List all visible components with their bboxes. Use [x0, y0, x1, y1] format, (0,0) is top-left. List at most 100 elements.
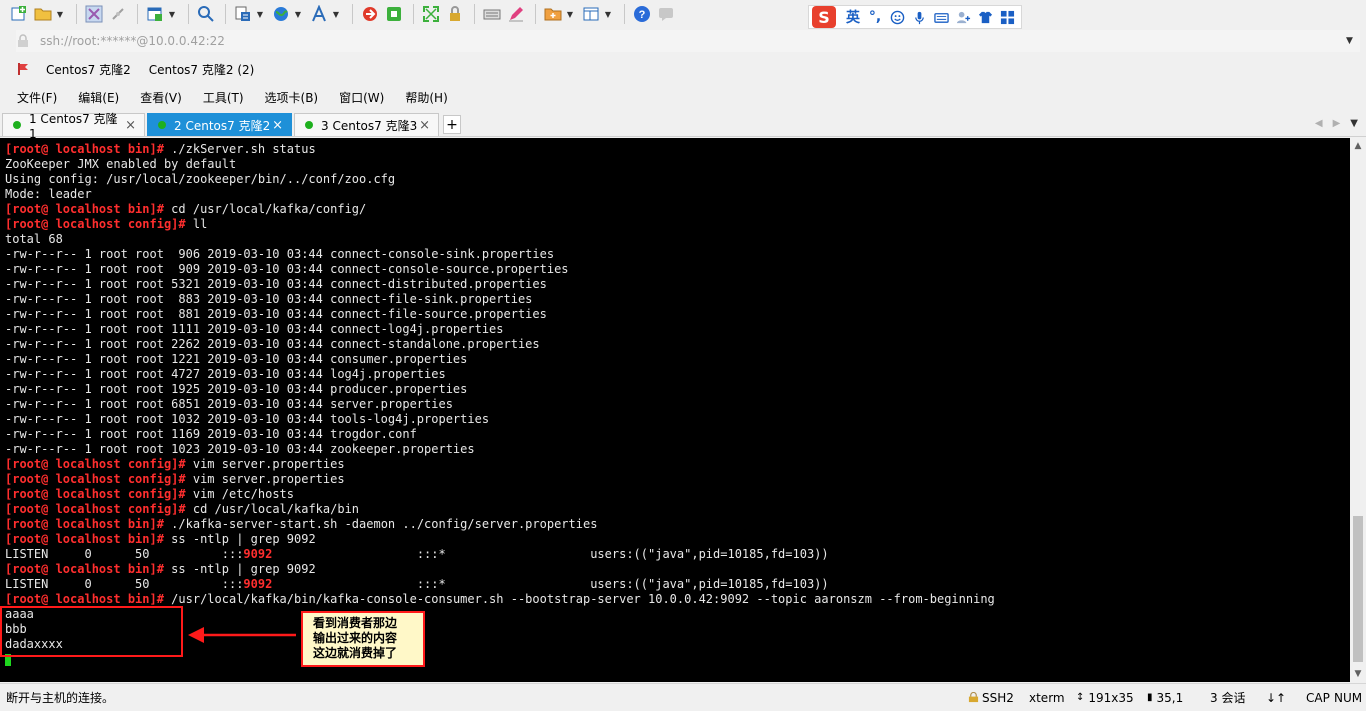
menu-tools[interactable]: 工具(T)	[200, 89, 247, 106]
folder-icon	[34, 8, 52, 21]
terminal-line: ZooKeeper JMX enabled by default	[5, 157, 1350, 172]
shell-prompt: [root@ localhost config]#	[5, 502, 186, 516]
terminal-line: Using config: /usr/local/zookeeper/bin/.…	[5, 172, 1350, 187]
compose-button[interactable]	[542, 3, 564, 25]
chevron-down-icon[interactable]: ▼	[604, 10, 612, 19]
ime-punct-toggle[interactable]: °,	[864, 7, 886, 27]
terminal-line: [root@ localhost config]# vim server.pro…	[5, 457, 1350, 472]
properties-button[interactable]	[232, 3, 254, 25]
terminal-line: -rw-r--r-- 1 root root 883 2019-03-10 03…	[5, 292, 1350, 307]
lock-button[interactable]	[444, 3, 466, 25]
menu-help[interactable]: 帮助(H)	[402, 89, 450, 106]
status-size: ↕ 191x35	[1076, 690, 1134, 705]
connected-status-icon	[158, 121, 166, 129]
tab-session-3[interactable]: 3 Centos7 克隆3 ×	[294, 113, 439, 136]
menu-view[interactable]: 查看(V)	[137, 89, 185, 106]
terminal-text: -rw-r--r-- 1 root root 4727 2019-03-10 0…	[5, 367, 446, 381]
terminal-line: [root@ localhost bin]# ./kafka-server-st…	[5, 517, 1350, 532]
highlight-button[interactable]	[505, 3, 527, 25]
terminal-line: -rw-r--r-- 1 root root 909 2019-03-10 03…	[5, 262, 1350, 277]
add-tab-button[interactable]: +	[443, 115, 461, 134]
chevron-down-icon[interactable]: ▼	[56, 10, 64, 19]
link-item[interactable]: Centos7 克隆2 (2)	[149, 61, 255, 78]
terminal-line: -rw-r--r-- 1 root root 2262 2019-03-10 0…	[5, 337, 1350, 352]
user-icon[interactable]	[952, 7, 974, 27]
status-sessions: 3 会话	[1210, 691, 1246, 705]
toolbox-icon[interactable]	[996, 7, 1018, 27]
terminal-line: [root@ localhost bin]# ss -ntlp | grep 9…	[5, 532, 1350, 547]
terminal-line: [root@ localhost config]# ll	[5, 217, 1350, 232]
new-session-button[interactable]	[8, 3, 30, 25]
chevron-down-icon[interactable]: ▼	[1350, 666, 1366, 682]
chat-button[interactable]	[655, 3, 677, 25]
keyboard-button[interactable]	[481, 3, 503, 25]
close-icon[interactable]: ×	[272, 118, 283, 133]
chevron-up-icon[interactable]: ▲	[1350, 138, 1366, 154]
terminal-scrollbar[interactable]: ▲ ▼	[1350, 138, 1366, 682]
arrow-left-icon	[188, 627, 296, 643]
scrollbar-thumb[interactable]	[1353, 516, 1363, 662]
highlighted-port: 9092	[243, 577, 273, 591]
shell-prompt: [root@ localhost bin]#	[5, 532, 164, 546]
terminal-text: ll	[185, 217, 208, 231]
sogou-logo-icon[interactable]: S	[812, 6, 836, 28]
fullscreen-button[interactable]	[420, 3, 442, 25]
address-url[interactable]: ssh://root:******@10.0.0.42:22	[40, 34, 1346, 48]
chevron-down-icon[interactable]: ▼	[1346, 36, 1360, 46]
keyboard-icon[interactable]	[930, 7, 952, 27]
close-icon[interactable]: ×	[419, 118, 430, 133]
globe-button[interactable]	[270, 3, 292, 25]
chevron-down-icon[interactable]: ▼	[566, 10, 574, 19]
connect-button[interactable]	[83, 3, 105, 25]
terminal-output[interactable]: [root@ localhost bin]# ./zkServer.sh sta…	[0, 138, 1350, 682]
microphone-icon[interactable]	[908, 7, 930, 27]
highlight-box	[0, 606, 183, 657]
links-bar: Centos7 克隆2 Centos7 克隆2 (2)	[16, 58, 272, 80]
disconnect-button[interactable]	[107, 3, 129, 25]
menu-window[interactable]: 窗口(W)	[336, 89, 387, 106]
terminal-line: -rw-r--r-- 1 root root 906 2019-03-10 03…	[5, 247, 1350, 262]
transfer-button[interactable]	[383, 3, 405, 25]
address-bar[interactable]: ssh://root:******@10.0.0.42:22 ▼	[16, 30, 1360, 52]
skin-icon[interactable]	[974, 7, 996, 27]
terminal-text: -rw-r--r-- 1 root root 1169 2019-03-10 0…	[5, 427, 417, 441]
annotation-line: 输出过来的内容	[313, 631, 398, 645]
xshell-window: ▼ ▼ ▼ ▼ ▼ ▼ ▼ ? S 英 °, ssh://root:******…	[0, 0, 1366, 711]
open-folder-button[interactable]	[32, 3, 54, 25]
terminal-text: vim /etc/hosts	[185, 487, 294, 501]
chevron-down-icon[interactable]: ▼	[332, 10, 340, 19]
chevron-down-icon[interactable]: ▼	[168, 10, 176, 19]
chevron-down-icon[interactable]: ▼	[1350, 118, 1358, 129]
tab-navigation: ◀ ▶ ▼	[1315, 118, 1358, 129]
xftp-button[interactable]	[359, 3, 381, 25]
close-icon[interactable]: ×	[125, 118, 136, 133]
terminal-line: aaaa	[5, 607, 1350, 622]
ime-language-toggle[interactable]: 英	[842, 7, 864, 27]
menu-tabs[interactable]: 选项卡(B)	[262, 89, 322, 106]
terminal-text: LISTEN 0 50 :::	[5, 547, 244, 561]
menu-edit[interactable]: 编辑(E)	[75, 89, 122, 106]
new-window-button[interactable]	[144, 3, 166, 25]
tab-session-2[interactable]: 2 Centos7 克隆2 ×	[147, 113, 292, 136]
status-bar: 断开与主机的连接。 SSH2 xterm ↕ 191x35 ▮ 35,1 3 会…	[0, 683, 1366, 711]
chevron-left-icon[interactable]: ◀	[1315, 118, 1323, 129]
tab-session-1[interactable]: 1 Centos7 克隆1 ×	[2, 112, 145, 141]
status-protocol: SSH2	[968, 691, 1014, 705]
help-button[interactable]: ?	[631, 3, 653, 25]
smile-icon[interactable]	[886, 7, 908, 27]
status-cursor-position: ▮ 35,1	[1147, 690, 1184, 705]
properties-icon	[235, 6, 250, 21]
chevron-down-icon[interactable]: ▼	[294, 10, 302, 19]
search-icon	[198, 6, 214, 22]
chevron-down-icon[interactable]: ▼	[256, 10, 264, 19]
connected-status-icon	[305, 121, 313, 129]
highlighted-port: 9092	[243, 547, 273, 561]
terminal-line	[5, 652, 1350, 667]
font-button[interactable]	[308, 3, 330, 25]
layout-button[interactable]	[580, 3, 602, 25]
chevron-right-icon[interactable]: ▶	[1333, 118, 1341, 129]
menu-file[interactable]: 文件(F)	[14, 89, 60, 106]
find-button[interactable]	[195, 3, 217, 25]
link-item[interactable]: Centos7 克隆2	[46, 61, 131, 78]
terminal-text: :::* users:(("java",pid=10185,fd=103))	[272, 547, 829, 561]
